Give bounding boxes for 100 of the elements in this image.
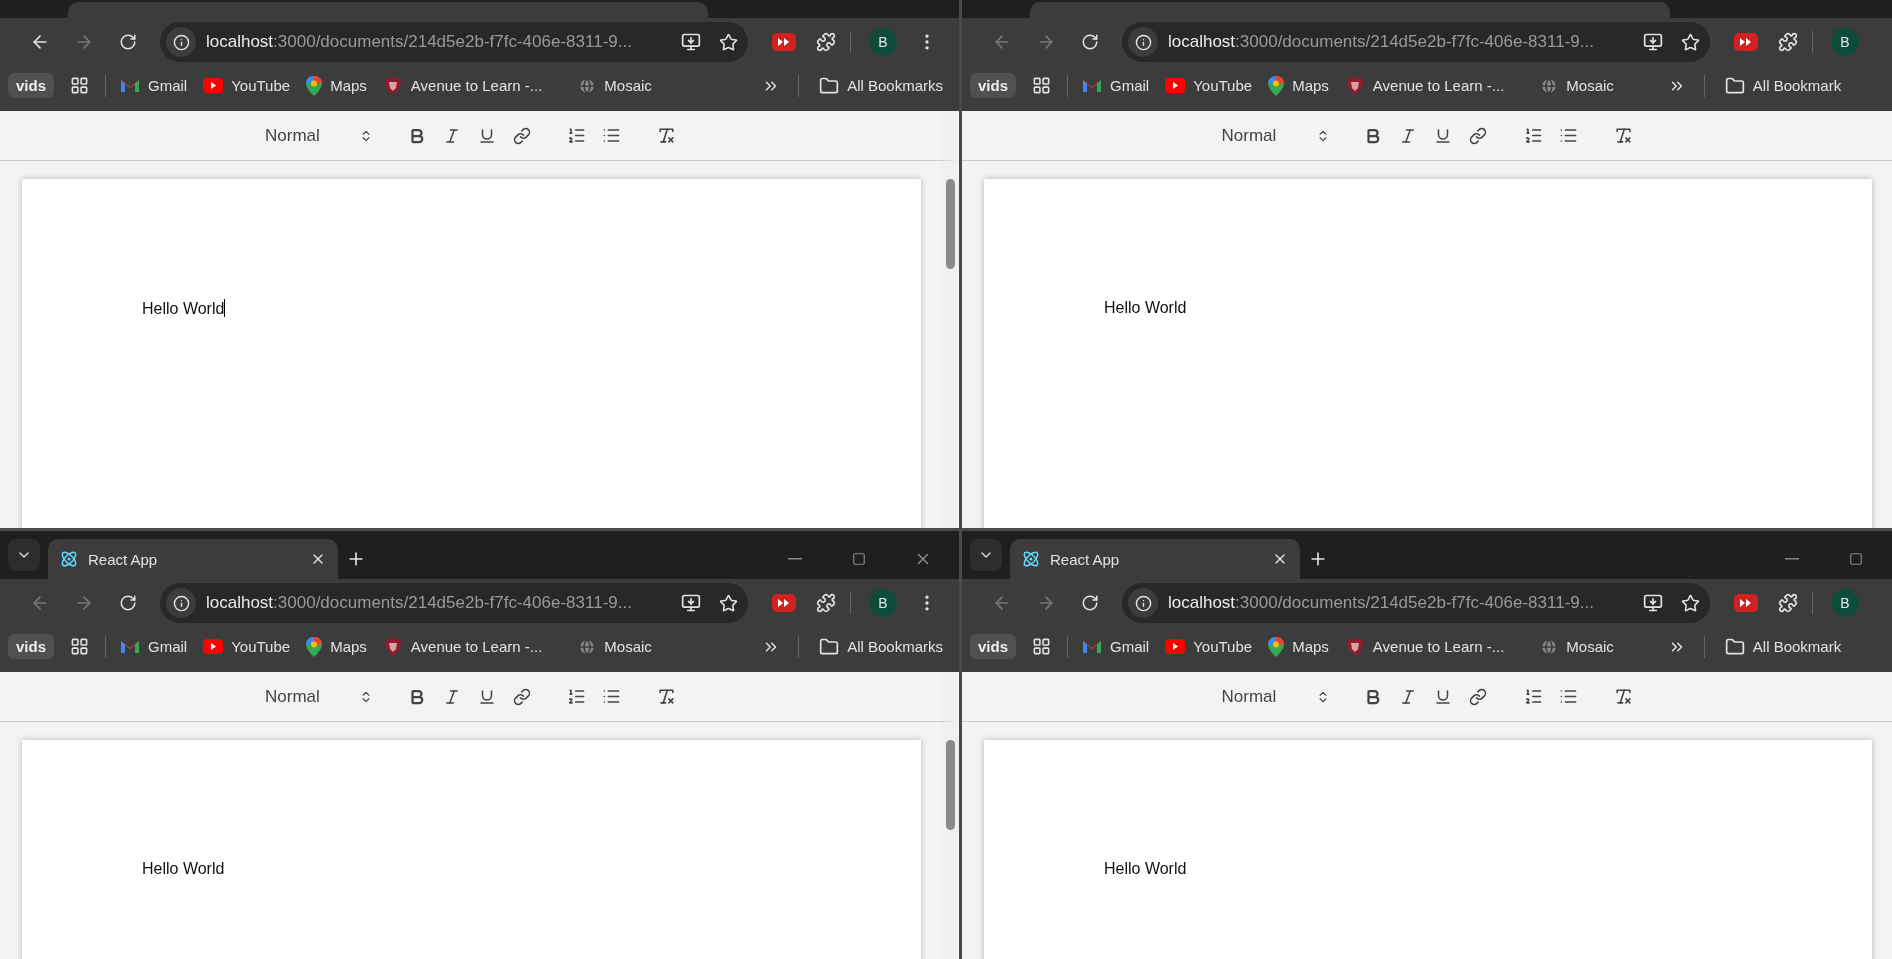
bookmark-link[interactable]: YouTube [1157, 638, 1261, 655]
link-icon[interactable] [512, 687, 531, 706]
extension-icon[interactable] [772, 33, 796, 51]
underline-icon[interactable] [477, 687, 496, 706]
bold-icon[interactable] [1364, 687, 1382, 706]
install-app-icon[interactable] [1643, 593, 1663, 613]
install-app-icon[interactable] [681, 593, 701, 613]
bookmark-link[interactable]: Gmail [112, 638, 196, 655]
link-icon[interactable] [512, 126, 531, 145]
bookmark-link[interactable]: Avenue to Learn -... [1336, 75, 1513, 96]
address-bar[interactable]: localhost:3000/documents/214d5e2b-f7fc-406e-8311-9... [1122, 22, 1710, 62]
all-bookmarks-link[interactable]: All Bookmarks [811, 75, 951, 96]
apps-grid-icon[interactable] [70, 637, 89, 656]
extensions-puzzle-icon[interactable] [1778, 32, 1798, 52]
document-page[interactable]: Hello World [984, 179, 1872, 528]
bookmark-chip[interactable]: vids [8, 634, 54, 659]
install-app-icon[interactable] [1643, 32, 1663, 52]
bookmark-star-icon[interactable] [1681, 32, 1700, 52]
bookmark-link[interactable]: YouTube [195, 77, 299, 94]
extensions-puzzle-icon[interactable] [816, 32, 836, 52]
clear-format-icon[interactable] [1613, 687, 1633, 706]
numbered-list-icon[interactable] [567, 126, 586, 145]
bookmark-link[interactable]: Gmail [1074, 638, 1158, 655]
address-bar[interactable]: localhost:3000/documents/214d5e2b-f7fc-406e-8311-9... [160, 22, 748, 62]
site-info-icon[interactable] [166, 588, 196, 618]
bookmark-link[interactable]: Mosaic [570, 76, 660, 95]
site-info-icon[interactable] [166, 27, 196, 57]
tab-search-button[interactable] [8, 539, 40, 571]
apps-grid-icon[interactable] [70, 76, 89, 95]
site-info-icon[interactable] [1128, 588, 1158, 618]
bookmark-link[interactable]: Maps [298, 636, 375, 657]
bookmark-link[interactable]: Avenue to Learn -... [1336, 636, 1513, 657]
bold-icon[interactable] [1364, 126, 1382, 145]
bookmark-link[interactable]: Avenue to Learn -... [374, 75, 551, 96]
extension-icon[interactable] [772, 594, 796, 612]
format-dropdown[interactable]: Normal [257, 121, 377, 150]
browser-tab[interactable]: React App [48, 539, 338, 579]
italic-icon[interactable] [1399, 126, 1417, 145]
bookmark-link[interactable]: Maps [1260, 75, 1337, 96]
bookmark-chip[interactable]: vids [970, 634, 1016, 659]
format-dropdown[interactable]: Normal [257, 682, 377, 711]
bookmark-link[interactable]: Maps [298, 75, 375, 96]
clear-format-icon[interactable] [657, 126, 676, 145]
profile-avatar[interactable]: B [1831, 28, 1859, 56]
bookmark-chip[interactable]: vids [970, 73, 1016, 98]
italic-icon[interactable] [1399, 687, 1417, 706]
bookmark-link[interactable]: Mosaic [570, 637, 660, 656]
address-bar[interactable]: localhost:3000/documents/214d5e2b-f7fc-406e-8311-9... [1122, 583, 1710, 623]
bullet-list-icon[interactable] [602, 126, 621, 145]
format-dropdown[interactable]: Normal [1213, 121, 1334, 150]
bookmark-link[interactable]: Gmail [112, 77, 196, 94]
bookmark-link[interactable]: Mosaic [1532, 637, 1622, 656]
bookmark-chip[interactable]: vids [8, 73, 54, 98]
extension-icon[interactable] [1734, 594, 1758, 612]
link-icon[interactable] [1469, 126, 1487, 145]
site-info-icon[interactable] [1128, 27, 1158, 57]
reload-icon[interactable] [1081, 33, 1099, 51]
bullet-list-icon[interactable] [1558, 687, 1578, 706]
bookmark-link[interactable]: Gmail [1074, 77, 1158, 94]
underline-icon[interactable] [1434, 687, 1452, 706]
clear-format-icon[interactable] [1613, 126, 1633, 145]
bullet-list-icon[interactable] [602, 687, 621, 706]
extension-icon[interactable] [1734, 33, 1758, 51]
bullet-list-icon[interactable] [1558, 126, 1578, 145]
reload-icon[interactable] [1081, 594, 1099, 612]
profile-avatar[interactable]: B [1831, 589, 1859, 617]
bookmark-link[interactable]: YouTube [195, 638, 299, 655]
bookmark-star-icon[interactable] [719, 32, 738, 52]
bookmark-star-icon[interactable] [719, 593, 738, 613]
numbered-list-icon[interactable] [1523, 687, 1543, 706]
apps-grid-icon[interactable] [1032, 76, 1051, 95]
document-page[interactable]: Hello World [22, 179, 921, 528]
bookmark-link[interactable]: Avenue to Learn -... [374, 636, 551, 657]
link-icon[interactable] [1469, 687, 1487, 706]
extensions-puzzle-icon[interactable] [1778, 593, 1798, 613]
clear-format-icon[interactable] [657, 687, 676, 706]
apps-grid-icon[interactable] [1032, 637, 1051, 656]
extensions-puzzle-icon[interactable] [816, 593, 836, 613]
address-bar[interactable]: localhost:3000/documents/214d5e2b-f7fc-406e-8311-9... [160, 583, 748, 623]
all-bookmarks-link[interactable]: All Bookmarks [811, 636, 951, 657]
format-dropdown[interactable]: Normal [1213, 682, 1334, 711]
profile-avatar[interactable]: B [869, 28, 897, 56]
bookmark-link[interactable]: YouTube [1157, 77, 1261, 94]
bookmark-star-icon[interactable] [1681, 593, 1700, 613]
all-bookmarks-link[interactable]: All Bookmark [1716, 636, 1850, 657]
document-page[interactable]: Hello World [984, 740, 1872, 959]
underline-icon[interactable] [477, 126, 496, 145]
browser-tab[interactable]: React App [1010, 539, 1300, 579]
all-bookmarks-link[interactable]: All Bookmark [1716, 75, 1850, 96]
document-page[interactable]: Hello World [22, 740, 921, 959]
install-app-icon[interactable] [681, 32, 701, 52]
tab-search-button[interactable] [970, 539, 1002, 571]
numbered-list-icon[interactable] [1523, 126, 1543, 145]
profile-avatar[interactable]: B [869, 589, 897, 617]
bookmark-link[interactable]: Maps [1260, 636, 1337, 657]
reload-icon[interactable] [119, 594, 137, 612]
numbered-list-icon[interactable] [567, 687, 586, 706]
reload-icon[interactable] [119, 33, 137, 51]
bookmark-link[interactable]: Mosaic [1532, 76, 1622, 95]
underline-icon[interactable] [1434, 126, 1452, 145]
